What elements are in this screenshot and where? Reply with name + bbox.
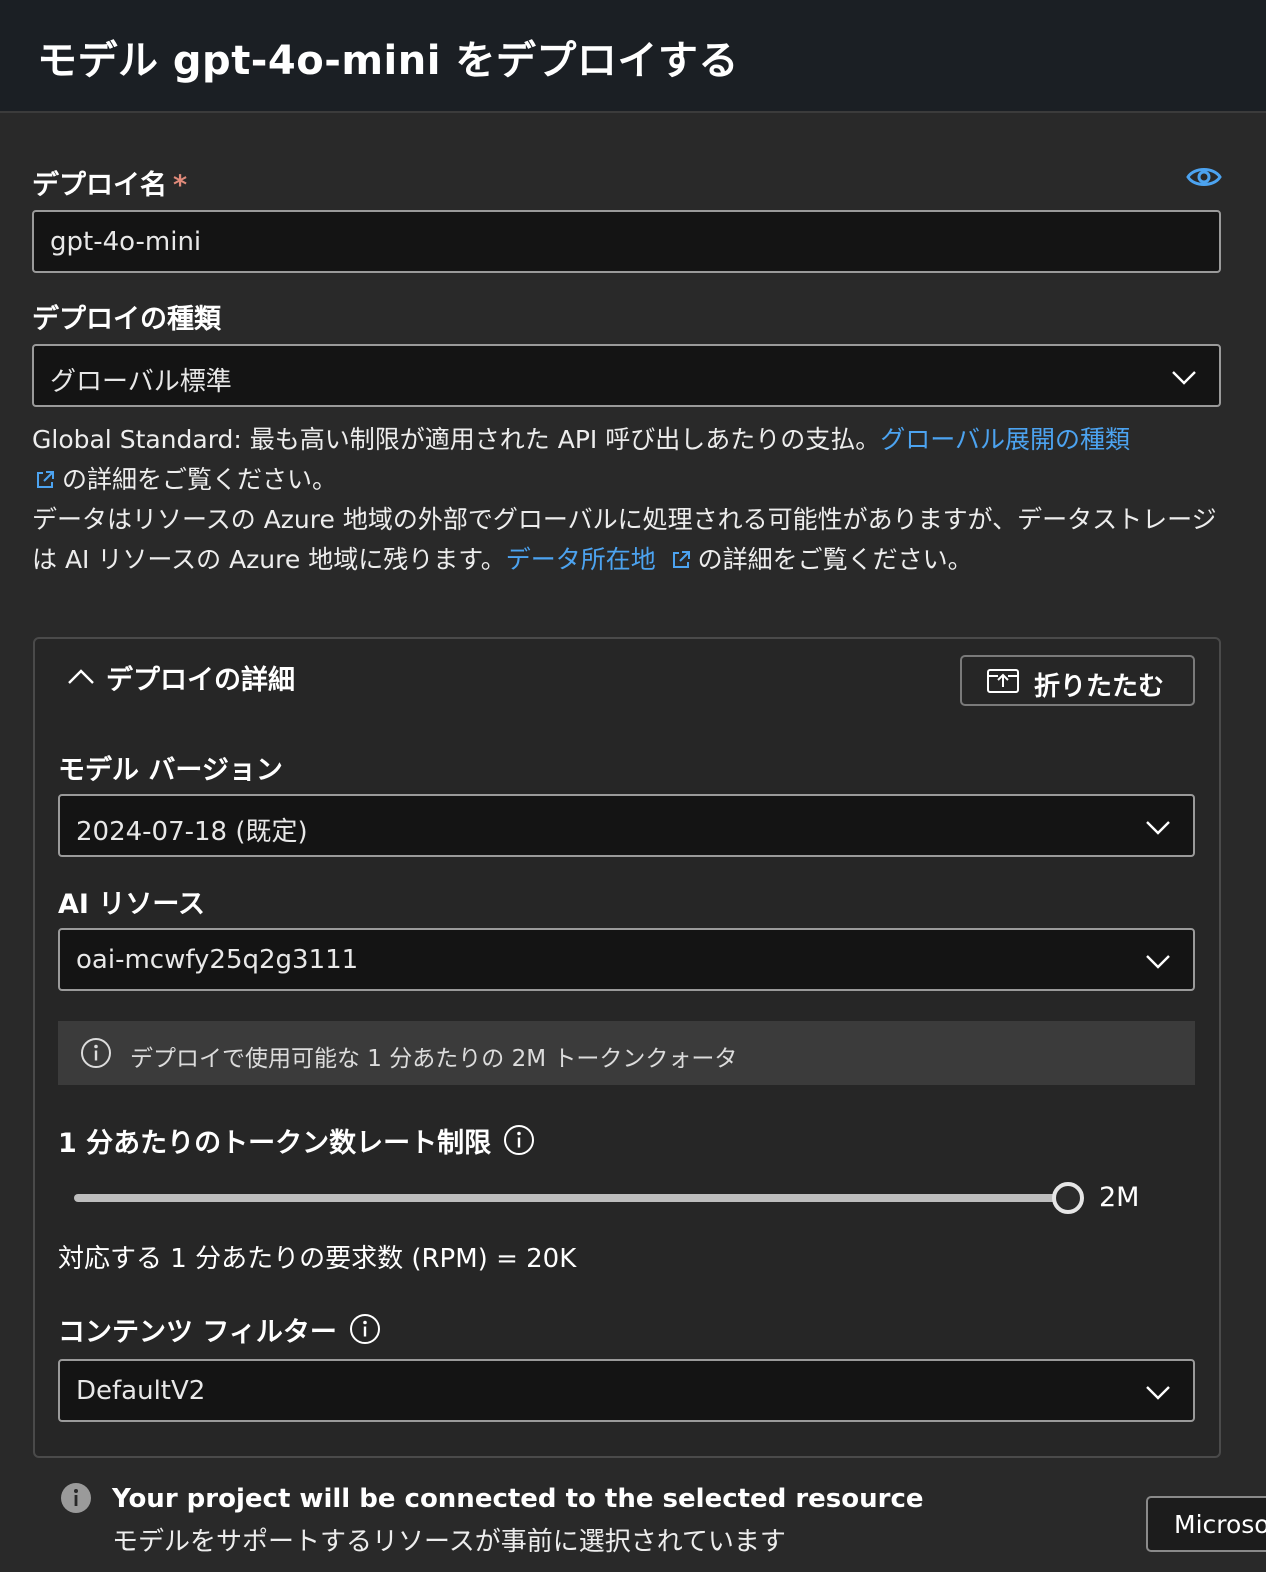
rpm-text: 対応する 1 分あたりの要求数 (RPM) = 20K [58,1244,577,1274]
collapse-panel-icon [987,669,1019,693]
rate-limit-label-text: 1 分あたりのトークン数レート制限 [58,1128,492,1159]
description-text-1: Global Standard: 最も高い制限が適用された API 呼び出しあた… [32,425,881,454]
deployment-name-label: デプロイ名 * [32,163,187,202]
info-icon[interactable] [503,1124,535,1156]
chevron-down-icon [1146,821,1170,835]
chevron-down-icon [1146,955,1170,969]
deployment-type-label: デプロイの種類 [32,304,221,335]
deployment-type-description: Global Standard: 最も高い制限が適用された API 呼び出しあた… [32,420,1232,580]
collapse-button-label: 折りたたむ [1034,672,1165,702]
ai-resource-dropdown[interactable]: oai-mcwfy25q2g3111 [58,928,1195,991]
deployment-name-value: gpt-4o-mini [50,227,202,257]
model-version-dropdown[interactable]: 2024-07-18 (既定) [58,794,1195,857]
info-filled-icon [61,1483,91,1513]
global-deployment-types-link[interactable]: グローバル展開の種類 [880,425,1130,454]
deployment-name-input[interactable]: gpt-4o-mini [32,210,1221,273]
eye-icon[interactable] [1186,164,1222,190]
rate-limit-slider-track[interactable] [74,1194,1068,1202]
rate-limit-slider-thumb[interactable] [1052,1182,1084,1214]
microsoft-button[interactable]: Microsoft [1146,1496,1266,1552]
footer-title: Your project will be connected to the se… [112,1484,924,1514]
rate-limit-value: 2M [1099,1182,1140,1213]
quota-info-text: デプロイで使用可能な 1 分あたりの 2M トークンクォータ [130,1046,738,1072]
deployment-details-title: デプロイの詳細 [106,665,295,696]
collapse-button[interactable]: 折りたたむ [960,655,1195,706]
model-version-label: モデル バージョン [58,755,283,786]
external-link-icon [37,471,54,488]
content-filter-label-text: コンテンツ フィルター [58,1317,337,1348]
rate-limit-label: 1 分あたりのトークン数レート制限 [58,1121,535,1160]
dialog-title: モデル gpt-4o-mini をデプロイする [37,38,739,84]
ai-resource-label: AI リソース [58,889,205,920]
dialog-header: モデル gpt-4o-mini をデプロイする [0,0,1266,113]
info-icon [81,1038,111,1068]
deployment-type-value: グローバル標準 [50,367,232,397]
description-suffix-2: の詳細をご覧ください。 [697,545,973,574]
external-link-icon [672,551,690,568]
description-suffix-1: の詳細をご覧ください。 [62,465,338,494]
content-filter-label: コンテンツ フィルター [58,1310,381,1349]
footer-subtitle: モデルをサポートするリソースが事前に選択されています [112,1527,786,1557]
chevron-down-icon [1172,371,1196,385]
deployment-type-dropdown[interactable]: グローバル標準 [32,344,1221,407]
info-icon[interactable] [349,1313,381,1345]
required-mark: * [173,170,188,201]
content-filter-value: DefaultV2 [76,1376,206,1406]
chevron-down-icon [1146,1386,1170,1400]
deployment-name-label-text: デプロイ名 [32,170,167,201]
quota-info-bar: デプロイで使用可能な 1 分あたりの 2M トークンクォータ [58,1021,1195,1085]
model-version-value: 2024-07-18 (既定) [76,817,308,847]
ai-resource-value: oai-mcwfy25q2g3111 [76,945,359,975]
content-filter-dropdown[interactable]: DefaultV2 [58,1359,1195,1422]
chevron-up-icon[interactable] [66,662,96,692]
data-residency-link[interactable]: データ所在地 [506,545,656,574]
microsoft-button-label: Microsoft [1174,1510,1266,1539]
